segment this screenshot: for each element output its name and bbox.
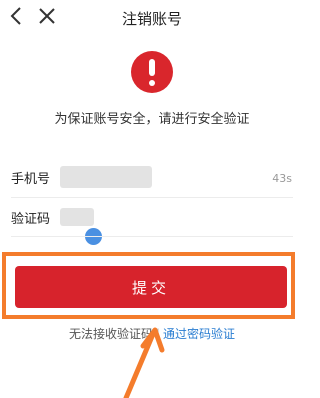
annotation-arrow	[123, 327, 165, 398]
